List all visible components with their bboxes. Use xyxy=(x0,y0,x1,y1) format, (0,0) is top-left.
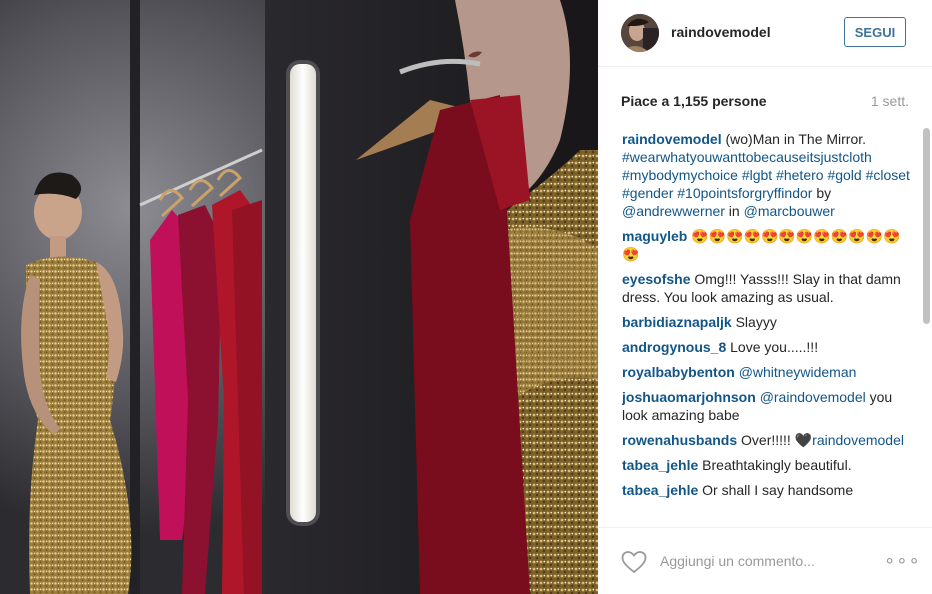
comment-text: Love you.....!!! xyxy=(726,339,819,355)
comment-text: Slayyy xyxy=(731,314,777,330)
comment-text: Or shall I say handsome xyxy=(698,482,854,498)
comment-username[interactable]: maguyleb xyxy=(622,228,687,244)
comments-list[interactable]: raindovemodel (wo)Man in The Mirror. #we… xyxy=(622,130,912,522)
follow-button[interactable]: SEGUI xyxy=(844,17,906,47)
caption-hashtags[interactable]: #wearwhatyouwanttobecauseitsjustcloth #m… xyxy=(622,149,910,201)
likes-count[interactable]: Piace a 1,155 persone xyxy=(621,93,767,109)
caption-by: by xyxy=(812,185,832,201)
comment-item: tabea_jehle Or shall I say handsome xyxy=(622,481,912,499)
caption-mention-designer[interactable]: @marcbouwer xyxy=(744,203,835,219)
post-footer: ∘∘∘ xyxy=(598,527,932,594)
instagram-post: raindovemodel SEGUI Piace a 1,155 person… xyxy=(0,0,932,594)
more-dots-icon[interactable]: ∘∘∘ xyxy=(884,551,921,569)
comment-username[interactable]: eyesofshe xyxy=(622,271,690,287)
post-time[interactable]: 1 sett. xyxy=(871,93,909,109)
comment-username[interactable]: royalbabybenton xyxy=(622,364,735,380)
comment-item: androgynous_8 Love you.....!!! xyxy=(622,338,912,356)
heart-outline-icon[interactable] xyxy=(621,550,647,574)
caption-in: in xyxy=(724,203,744,219)
comment-text: Over!!!!! xyxy=(737,432,795,448)
comment-item: tabea_jehle Breathtakingly beautiful. xyxy=(622,456,912,474)
caption-text: (wo)Man in The Mirror. xyxy=(721,131,867,147)
scrollbar-thumb[interactable] xyxy=(923,128,930,324)
mirror-photo-illustration xyxy=(0,0,598,594)
post-header: raindovemodel SEGUI xyxy=(598,0,932,67)
comment-item: royalbabybenton @whitneywideman xyxy=(622,363,912,381)
comment-username[interactable]: rowenahusbands xyxy=(622,432,737,448)
caption: raindovemodel (wo)Man in The Mirror. #we… xyxy=(622,130,912,220)
comment-username[interactable]: barbidiaznapaljk xyxy=(622,314,732,330)
comment-username[interactable]: androgynous_8 xyxy=(622,339,726,355)
comment-item: eyesofshe Omg!!! Yasss!!! Slay in that d… xyxy=(622,270,912,306)
post-side-panel: raindovemodel SEGUI Piace a 1,155 person… xyxy=(598,0,932,594)
add-comment-input[interactable] xyxy=(660,550,870,572)
caption-username[interactable]: raindovemodel xyxy=(622,131,722,147)
caption-mention-photographer[interactable]: @andrewwerner xyxy=(622,203,725,219)
comment-username[interactable]: joshuaomarjohnson xyxy=(622,389,756,405)
comment-mention[interactable]: 🖤raindovemodel xyxy=(795,432,904,448)
avatar[interactable] xyxy=(621,14,659,52)
comment-username[interactable]: tabea_jehle xyxy=(622,457,698,473)
comment-item: barbidiaznapaljk Slayyy xyxy=(622,313,912,331)
comments-scrollbar[interactable] xyxy=(922,128,930,524)
comment-item: maguyleb 😍😍😍😍😍😍😍😍😍😍😍😍😍 xyxy=(622,227,912,263)
comment-item: rowenahusbands Over!!!!! 🖤raindovemodel xyxy=(622,431,912,449)
comment-username[interactable]: tabea_jehle xyxy=(622,482,698,498)
post-photo[interactable] xyxy=(0,0,598,594)
comment-text: Breathtakingly beautiful. xyxy=(698,457,852,473)
likes-row: Piace a 1,155 persone 1 sett. xyxy=(621,93,909,109)
owner-username[interactable]: raindovemodel xyxy=(671,24,771,40)
comment-mention[interactable]: @whitneywideman xyxy=(739,364,857,380)
comment-item: joshuaomarjohnson @raindovemodel you loo… xyxy=(622,388,912,424)
comment-mention[interactable]: @raindovemodel xyxy=(760,389,866,405)
